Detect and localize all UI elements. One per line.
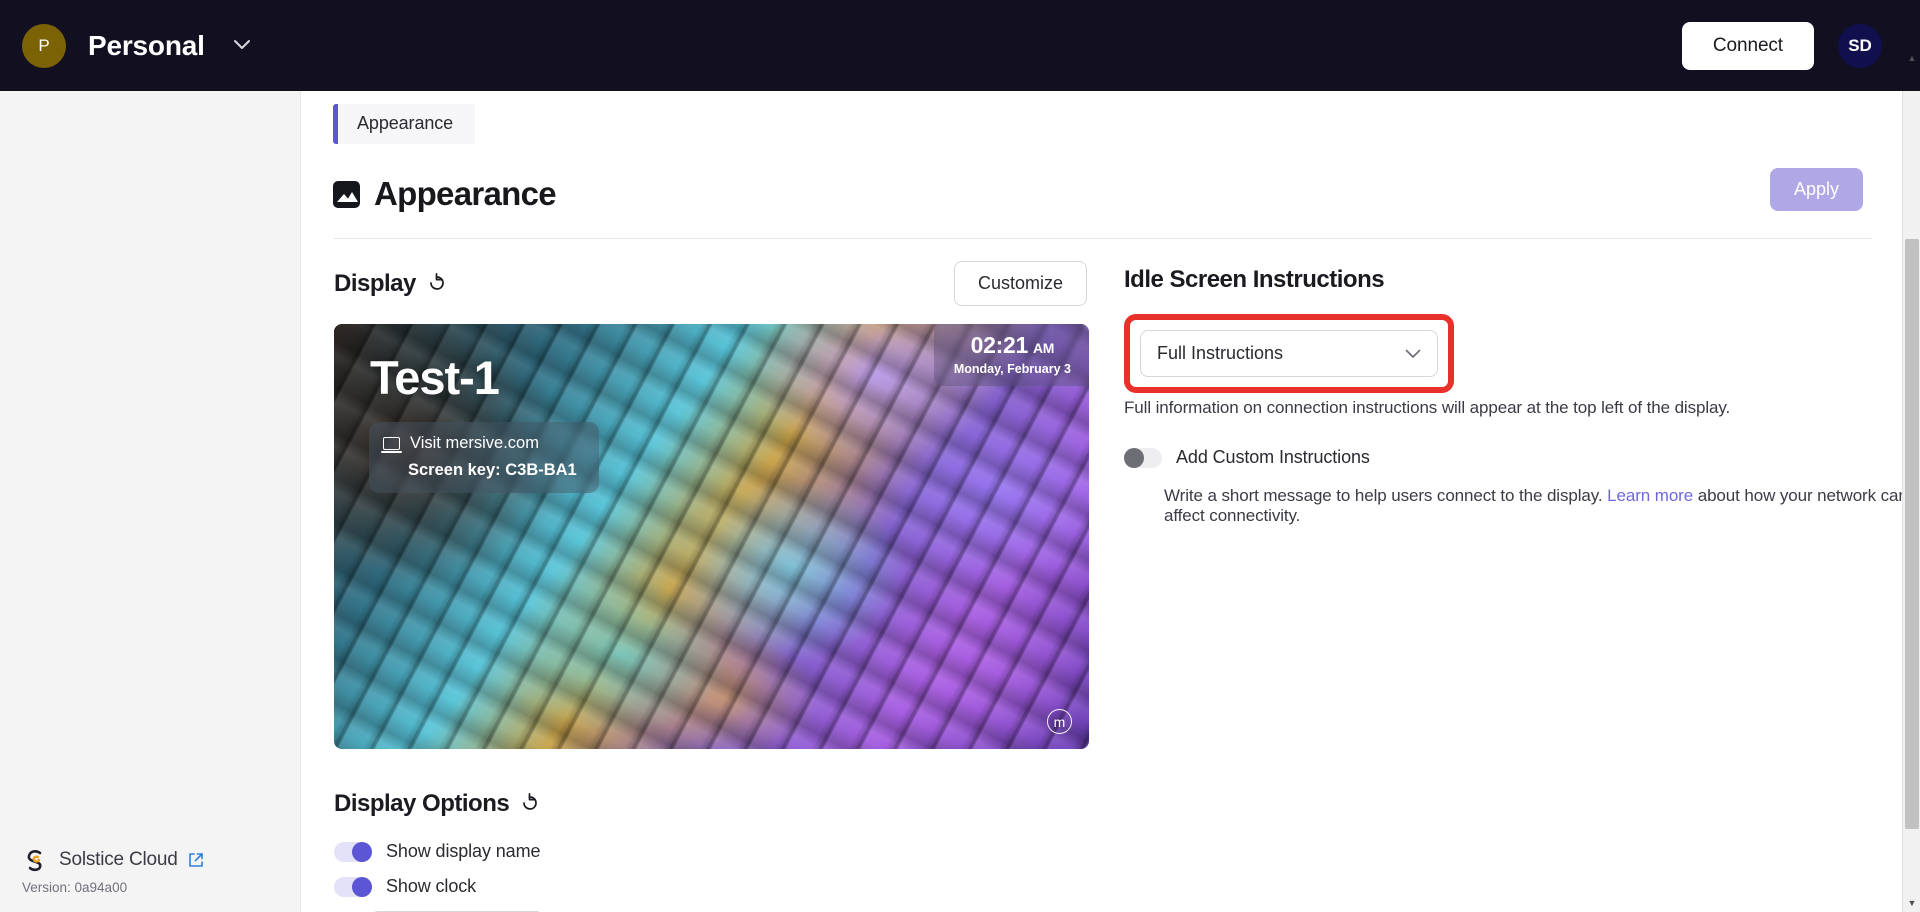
add-custom-instructions-label: Add Custom Instructions <box>1176 447 1370 467</box>
idle-instructions-description: Full information on connection instructi… <box>1124 398 1731 417</box>
reset-icon[interactable] <box>520 792 540 816</box>
preview-connection-info: Visit mersive.com Screen key: C3B-BA1 <box>369 422 599 493</box>
triangle-up-icon[interactable]: ▲ <box>1903 49 1920 67</box>
page-title: Appearance <box>374 175 557 212</box>
preview-time: 02:21 <box>970 332 1029 358</box>
tab-bar: Appearance <box>301 91 1908 144</box>
preview-screen-key: Screen key: C3B-BA1 <box>408 461 577 479</box>
display-options-header: Display Options <box>334 781 1091 827</box>
sidebar-footer: Solstice Cloud Version: 0a94a00 <box>0 847 300 895</box>
vertical-scrollbar[interactable]: ▲ ▼ <box>1902 53 1920 912</box>
show-display-name-label: Show display name <box>386 841 541 861</box>
option-show-display-name: Show display name <box>334 841 1091 862</box>
idle-instructions-select[interactable]: Full Instructions <box>1140 330 1438 377</box>
idle-instructions-value: Full Instructions <box>1157 343 1284 363</box>
reset-icon[interactable] <box>427 272 447 296</box>
display-options-title: Display Options <box>334 790 510 817</box>
show-clock-toggle[interactable] <box>334 876 372 897</box>
laptop-icon <box>381 437 402 453</box>
org-avatar: P <box>22 23 66 68</box>
content-columns: Display Customize Test-1 Visit mersive.c… <box>301 239 1908 912</box>
display-options-section: Display Options Show display name Show c… <box>334 781 1091 912</box>
custom-instructions-hint: Write a short message to help users conn… <box>1164 486 1908 526</box>
idle-instructions-highlight: Full Instructions <box>1124 314 1454 393</box>
custom-hint-before: Write a short message to help users conn… <box>1164 486 1608 505</box>
external-link-icon[interactable] <box>188 852 204 868</box>
scrollbar-thumb[interactable] <box>1905 239 1919 829</box>
apply-button[interactable]: Apply <box>1769 168 1863 211</box>
avatar[interactable]: SD <box>1838 23 1882 68</box>
add-custom-instructions-row: Add Custom Instructions <box>1124 447 1908 468</box>
preview-clock: 02:21 AM Monday, February 3 <box>933 324 1089 386</box>
page-header: Appearance Apply <box>301 144 1908 222</box>
preview-display-name: Test-1 <box>370 351 500 404</box>
tab-appearance[interactable]: Appearance <box>333 104 476 144</box>
chevron-down-icon[interactable] <box>233 38 251 54</box>
top-bar-actions: Connect SD <box>1681 21 1920 70</box>
org-name: Personal <box>88 29 205 61</box>
product-name: Solstice Cloud <box>59 849 178 870</box>
sidebar: Solstice Cloud Version: 0a94a00 <box>0 91 301 912</box>
add-custom-instructions-toggle[interactable] <box>1124 447 1162 468</box>
main-content: Appearance Appearance Apply Display Cust… <box>301 91 1908 912</box>
preview-date: Monday, February 3 <box>953 362 1071 376</box>
solstice-logo-icon <box>22 847 48 873</box>
show-clock-label: Show clock <box>386 876 477 896</box>
learn-more-link[interactable]: Learn more <box>1607 486 1693 505</box>
triangle-down-icon[interactable]: ▼ <box>1903 894 1920 912</box>
preview-visit-text: Visit mersive.com <box>410 434 539 452</box>
version-label: Version: 0a94a00 <box>22 880 128 895</box>
option-show-clock: Show clock <box>334 876 1091 897</box>
idle-screen-column: Idle Screen Instructions Full Instructio… <box>1091 261 1908 912</box>
customize-button[interactable]: Customize <box>953 261 1087 306</box>
preview-ampm: AM <box>1032 340 1055 356</box>
display-preview[interactable]: Test-1 Visit mersive.com Screen key: C3B… <box>334 324 1089 749</box>
chevron-down-icon <box>1405 347 1421 361</box>
display-section-header: Display Customize <box>334 261 1091 307</box>
image-icon <box>333 180 360 208</box>
display-column: Display Customize Test-1 Visit mersive.c… <box>301 261 1091 912</box>
top-bar: P Personal Connect SD <box>0 0 1920 91</box>
mersive-brand-icon: m <box>1047 709 1072 734</box>
tab-appearance-label: Appearance <box>357 113 454 133</box>
display-section-title: Display <box>334 270 416 297</box>
idle-screen-title: Idle Screen Instructions <box>1124 266 1385 293</box>
connect-button[interactable]: Connect <box>1681 21 1814 70</box>
show-display-name-toggle[interactable] <box>334 841 372 862</box>
